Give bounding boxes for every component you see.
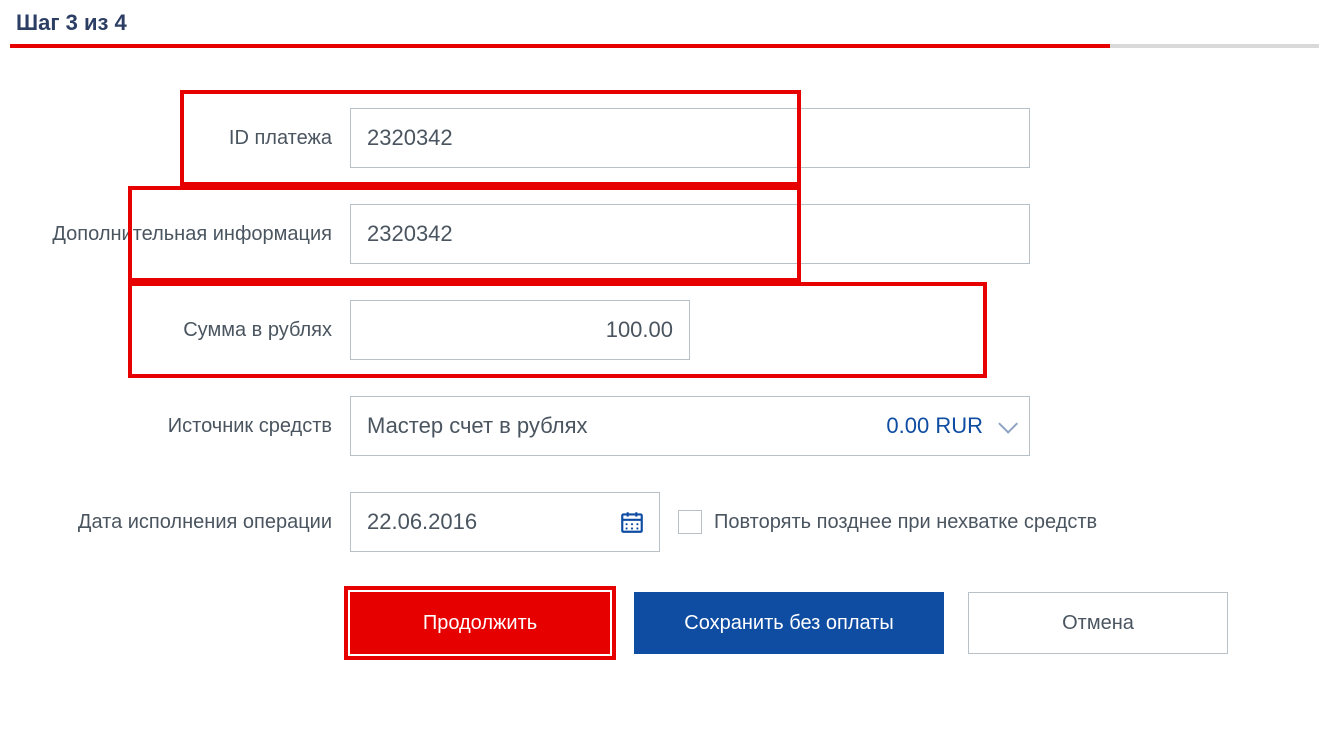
source-label: Источник средств [10, 414, 350, 438]
source-selected-text: Мастер счет в рублях [367, 413, 588, 439]
source-select[interactable]: Мастер счет в рублях 0.00 RUR [350, 396, 1030, 456]
continue-button-label: Продолжить [423, 612, 537, 635]
date-value: 22.06.2016 [367, 509, 477, 535]
progress-fill [10, 44, 1110, 48]
amount-label: Сумма в рублях [10, 318, 350, 342]
calendar-icon[interactable] [619, 509, 645, 535]
payment-id-input[interactable] [350, 108, 1030, 168]
progress-bar [10, 44, 1319, 48]
save-button-label: Сохранить без оплаты [684, 612, 893, 635]
extra-info-input[interactable] [350, 204, 1030, 264]
retry-label: Повторять позднее при нехватке средств [714, 511, 1097, 534]
retry-checkbox[interactable] [678, 510, 702, 534]
step-heading: Шаг 3 из 4 [16, 10, 1319, 36]
date-label: Дата исполнения операции [10, 510, 350, 534]
date-input[interactable]: 22.06.2016 [350, 492, 660, 552]
cancel-button[interactable]: Отмена [968, 592, 1228, 654]
chevron-down-icon [998, 414, 1018, 434]
amount-input[interactable] [350, 300, 690, 360]
payment-id-label: ID платежа [10, 126, 350, 150]
continue-button[interactable]: Продолжить [350, 592, 610, 654]
extra-info-label: Дополнительная информация [10, 222, 350, 246]
source-balance: 0.00 RUR [886, 413, 983, 439]
cancel-button-label: Отмена [1062, 612, 1134, 635]
save-without-payment-button[interactable]: Сохранить без оплаты [634, 592, 944, 654]
